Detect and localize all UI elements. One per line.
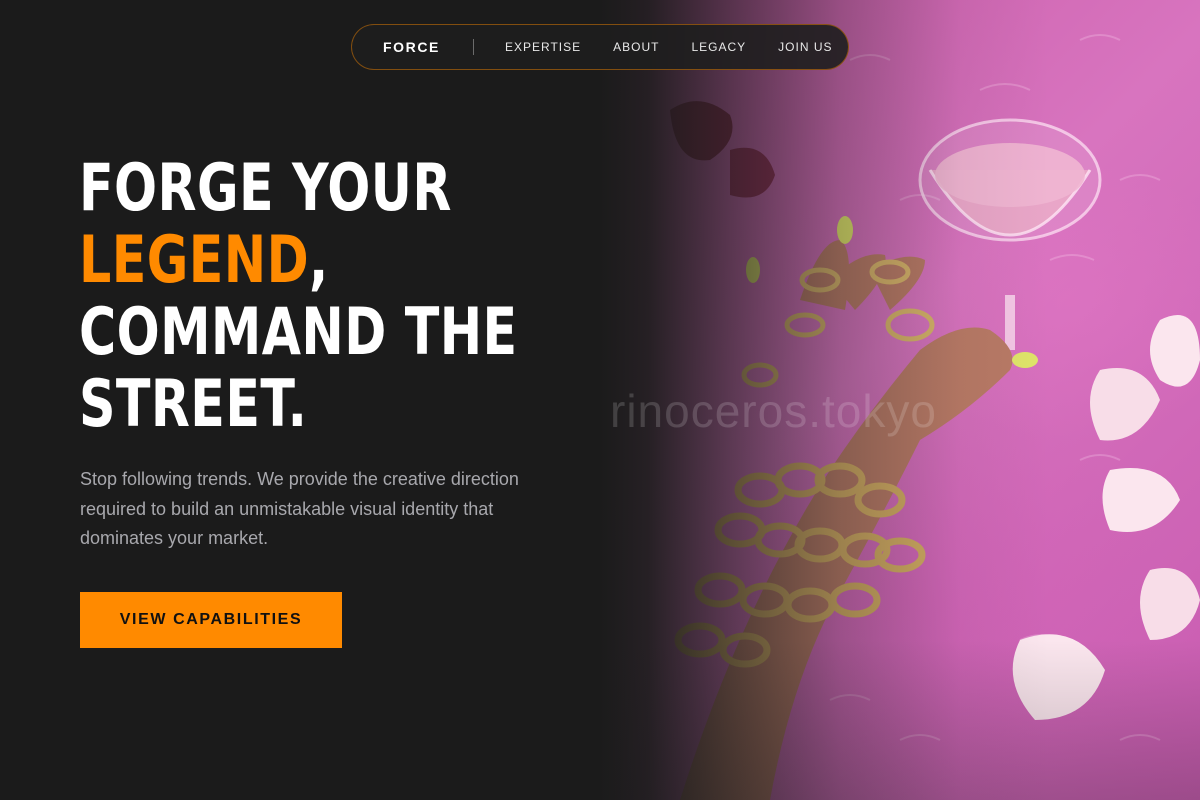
- nav-link-about[interactable]: ABOUT: [613, 40, 659, 54]
- headline-accent-word: LEGEND: [79, 223, 310, 298]
- brand-logo[interactable]: FORCE: [383, 39, 440, 55]
- headline-line-3: COMMAND THE: [79, 295, 518, 370]
- landing-page: rinoceros.tokyo FORCE EXPERTISE ABOUT LE…: [0, 0, 1200, 800]
- top-nav: FORCE EXPERTISE ABOUT LEGACY JOIN US: [351, 24, 849, 70]
- view-capabilities-button[interactable]: VIEW CAPABILITIES: [80, 592, 342, 648]
- headline-line-1: FORGE YOUR: [79, 151, 452, 226]
- hero-image: rinoceros.tokyo: [600, 0, 1200, 800]
- image-bottom-shade: [600, 640, 1200, 800]
- headline-line-4: STREET.: [79, 367, 308, 442]
- hero-headline: FORGE YOUR LEGEND, COMMAND THE STREET.: [79, 151, 518, 442]
- image-watermark: rinoceros.tokyo: [610, 385, 937, 437]
- hero-description: Stop following trends. We provide the cr…: [80, 469, 519, 548]
- nav-divider: [473, 39, 474, 55]
- headline-line-2: LEGEND,: [79, 225, 485, 297]
- nav-link-join-us[interactable]: JOIN US: [778, 40, 832, 54]
- headline-comma: ,: [309, 223, 329, 298]
- nav-link-legacy[interactable]: LEGACY: [691, 40, 746, 54]
- nav-links: EXPERTISE ABOUT LEGACY JOIN US: [505, 40, 833, 54]
- nav-link-expertise[interactable]: EXPERTISE: [505, 40, 581, 54]
